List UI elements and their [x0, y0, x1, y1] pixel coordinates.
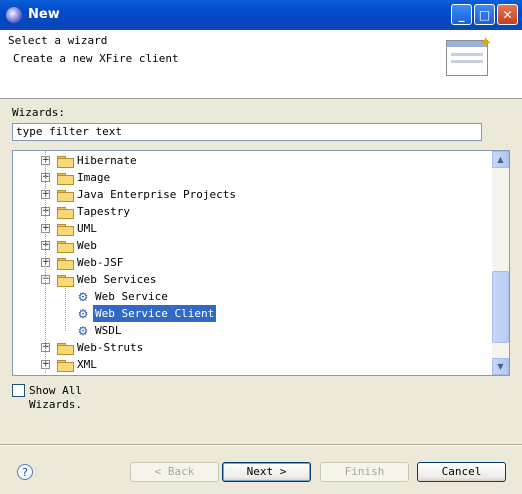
tree-folder[interactable]: + XML	[13, 356, 491, 373]
folder-icon	[57, 241, 74, 253]
wizard-header: Select a wizard Create a new XFire clien…	[0, 30, 522, 99]
show-all-checkbox[interactable]	[12, 384, 25, 397]
tree-folder[interactable]: + Hibernate	[13, 152, 491, 169]
tree-label: Web Service	[95, 290, 168, 303]
folder-icon	[57, 190, 74, 202]
maximize-button[interactable]: □	[474, 4, 495, 25]
header-description: Create a new XFire client	[13, 52, 179, 65]
web-service-icon: ⚙	[77, 307, 89, 321]
tree-folder[interactable]: + Image	[13, 169, 491, 186]
folder-icon	[57, 156, 74, 168]
back-button[interactable]: < Back	[130, 462, 219, 482]
next-button[interactable]: Next >	[222, 462, 311, 482]
folder-icon	[57, 173, 74, 185]
tree-label: Web	[77, 239, 97, 252]
tree-folder[interactable]: + Web-Struts	[13, 339, 491, 356]
tree-folder[interactable]: + Java Enterprise Projects	[13, 186, 491, 203]
tree-guide-line	[65, 288, 66, 331]
window-title: New	[28, 7, 60, 22]
tree-label: Web Service Client	[93, 305, 217, 322]
tree-folder[interactable]: + Web	[13, 237, 491, 254]
show-all-label[interactable]: Show All Wizards.	[29, 384, 82, 412]
tree-label: Image	[77, 171, 111, 184]
web-service-icon: ⚙	[77, 290, 89, 304]
divider	[0, 444, 522, 446]
tree-label: XML	[77, 358, 97, 371]
wizard-tree[interactable]: + Hibernate + Image + Java Enterprise Project…	[12, 150, 510, 376]
tree-guide-line	[45, 151, 46, 373]
tree-folder[interactable]: − Web Services	[13, 271, 491, 288]
cancel-button[interactable]: Cancel	[417, 462, 506, 482]
header-title: Select a wizard	[8, 34, 108, 47]
scroll-thumb[interactable]	[492, 271, 509, 343]
close-button[interactable]: ✕	[497, 4, 518, 25]
scroll-down-icon[interactable]: ▼	[492, 358, 509, 375]
tree-item[interactable]: ⚙ Web Service	[13, 288, 491, 305]
folder-icon	[57, 343, 74, 355]
wizards-label: Wizards:	[12, 106, 65, 119]
tree-label: WSDL	[95, 324, 122, 337]
tree-label: Web-JSF	[77, 256, 124, 269]
tree-label: Tapestry	[77, 205, 130, 218]
tree-item[interactable]: ⚙ WSDL	[13, 322, 491, 339]
tree-label: Hibernate	[77, 154, 137, 167]
tree-label: Web Services	[77, 273, 157, 286]
tree-folder[interactable]: + UML	[13, 220, 491, 237]
wizard-banner-icon: ✦	[446, 33, 492, 76]
tree-label: Web-Struts	[77, 341, 144, 354]
title-bar: New _ □ ✕	[0, 0, 522, 30]
folder-icon	[57, 275, 74, 287]
eclipse-icon	[6, 7, 22, 23]
finish-button[interactable]: Finish	[320, 462, 409, 482]
tree-scrollbar[interactable]: ▲ ▼	[492, 151, 509, 375]
tree-folder[interactable]: + Web-JSF	[13, 254, 491, 271]
help-icon[interactable]: ?	[17, 464, 33, 480]
filter-input[interactable]: type filter text	[12, 123, 482, 141]
folder-icon	[57, 207, 74, 219]
folder-icon	[57, 360, 74, 372]
tree-label: UML	[77, 222, 97, 235]
tree-item[interactable]: ⚙ Web Service Client	[13, 305, 491, 322]
scroll-up-icon[interactable]: ▲	[492, 151, 509, 168]
tree-label: Java Enterprise Projects	[77, 188, 236, 201]
folder-icon	[57, 258, 74, 270]
web-service-icon: ⚙	[77, 324, 89, 338]
tree-folder[interactable]: + Tapestry	[13, 203, 491, 220]
folder-icon	[57, 224, 74, 236]
minimize-button[interactable]: _	[451, 4, 472, 25]
